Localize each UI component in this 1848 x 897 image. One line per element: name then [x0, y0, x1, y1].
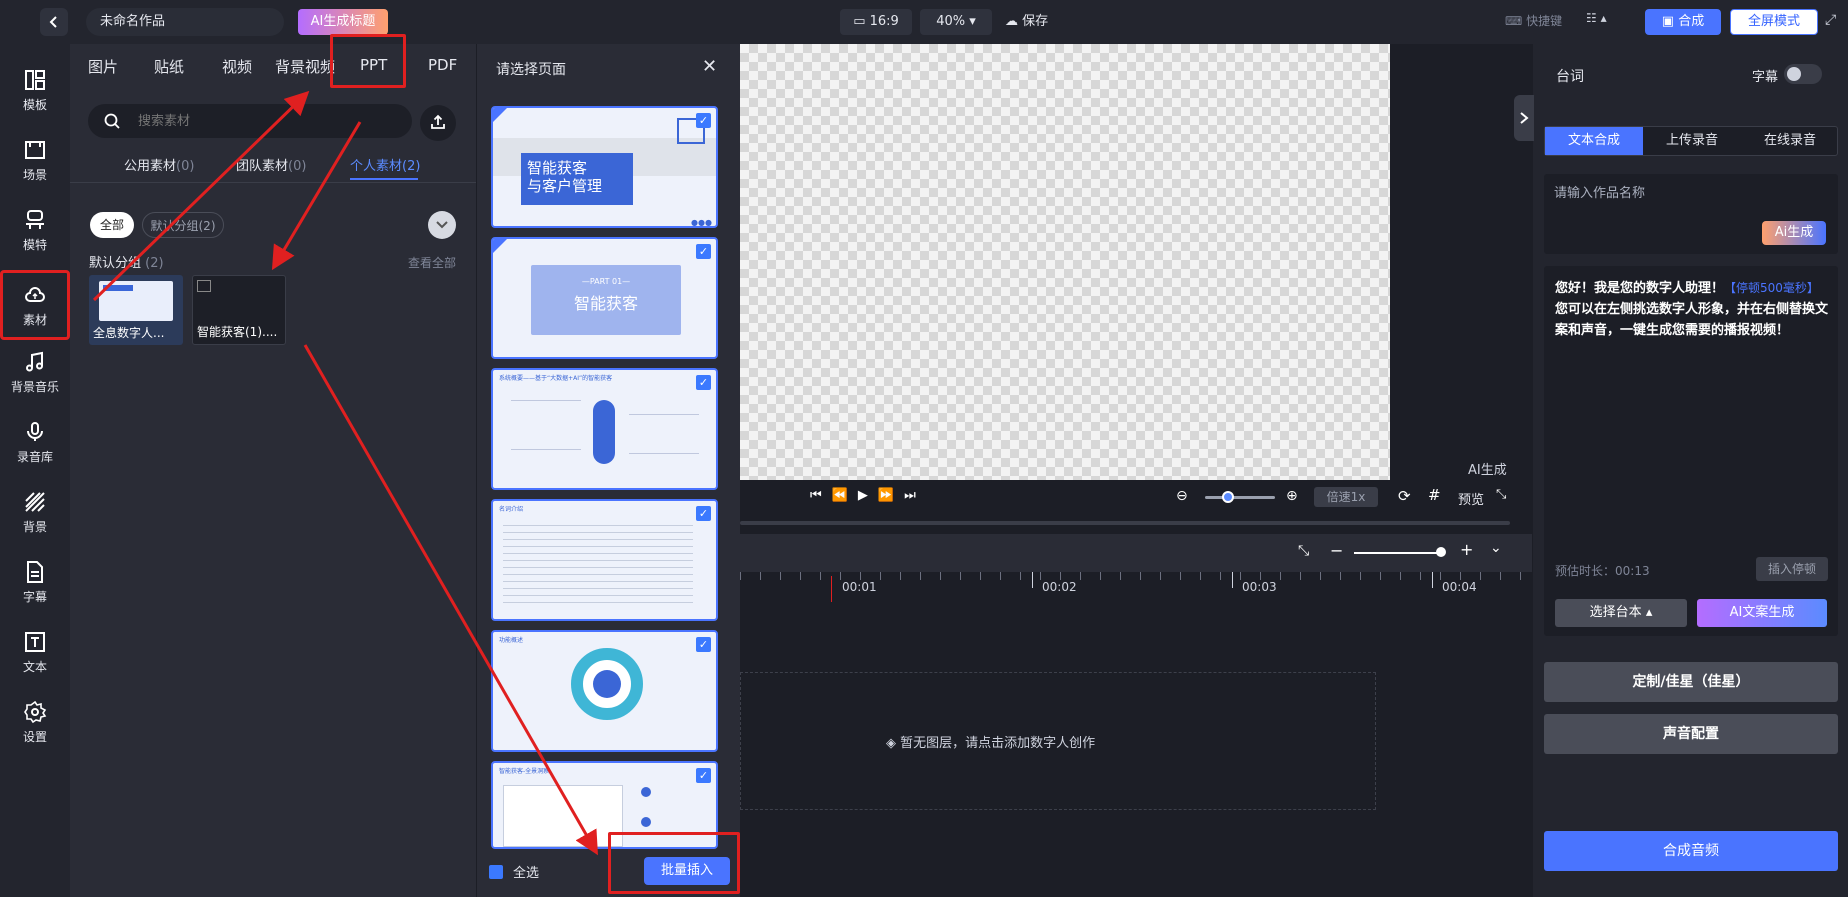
arrow-to-batch-insert	[303, 344, 598, 856]
annotation-arrows	[92, 90, 598, 856]
arrow-to-thumb	[271, 121, 362, 271]
arrow-to-ppt	[92, 90, 310, 302]
